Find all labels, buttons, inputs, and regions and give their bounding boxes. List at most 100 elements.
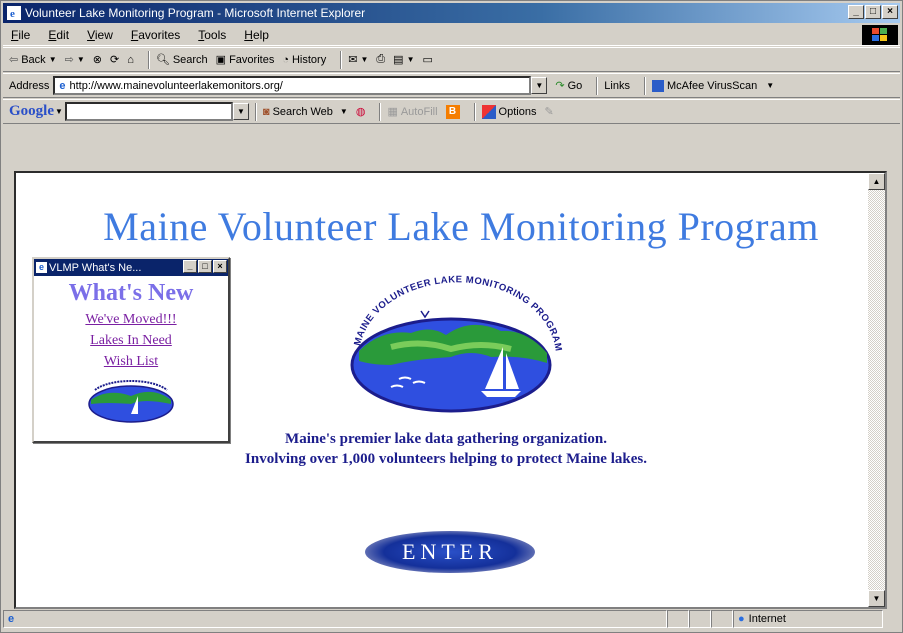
maximize-button[interactable]: □	[865, 5, 881, 19]
window-title: Volunteer Lake Monitoring Program - Micr…	[25, 6, 366, 20]
enter-button[interactable]: ENTER	[365, 531, 535, 573]
discuss-icon: ▭	[422, 54, 433, 66]
popup-title-bar[interactable]: e VLMP What's Ne... _ □ ×	[34, 259, 228, 276]
link-wish-list[interactable]: Wish List	[34, 354, 228, 370]
address-dropdown-button[interactable]: ▼	[531, 77, 548, 94]
blogger-button[interactable]: B	[445, 104, 460, 119]
search-button[interactable]: 🔍︎ Search	[155, 53, 208, 67]
status-page-icon: e	[8, 613, 15, 625]
back-label: Back	[21, 53, 46, 66]
autofill-button[interactable]: ▦ AutoFill	[387, 105, 438, 119]
scroll-down-icon: ▼	[872, 594, 881, 603]
popup-logo	[88, 380, 174, 423]
zone-label: Internet	[748, 613, 786, 625]
link-lakes-in-need[interactable]: Lakes In Need	[34, 333, 228, 349]
status-panel	[667, 610, 689, 628]
links-button[interactable]: Links	[604, 80, 630, 92]
address-label: Address	[9, 79, 50, 92]
pagerank-button[interactable]: ◍	[356, 105, 366, 118]
stop-icon: ⊗	[92, 54, 102, 66]
menu-tools[interactable]: Tools	[198, 28, 226, 42]
pagerank-icon: ◍	[355, 106, 366, 118]
google-search-dropdown[interactable]: ▼	[232, 103, 249, 120]
link-weve-moved[interactable]: We've Moved!!!	[34, 312, 228, 328]
menu-favorites[interactable]: Favorites	[131, 28, 180, 42]
address-bar: Address e http://www.mainevolunteerlakem…	[3, 73, 900, 98]
whats-new-popup: e VLMP What's Ne... _ □ × What's New We'…	[32, 257, 230, 443]
google-toolbar: Google ▼ ▼ ◙ Search Web ▼ ◍ ▦ AutoFill B…	[3, 99, 900, 124]
forward-button[interactable]: ⇨ ▼	[65, 53, 85, 66]
menu-help[interactable]: Help	[244, 28, 269, 42]
discuss-button[interactable]: ▭	[423, 53, 433, 66]
highlight-button[interactable]: ✎	[544, 105, 553, 118]
browser-window: e Volunteer Lake Monitoring Program - Mi…	[0, 0, 903, 633]
minimize-button[interactable]: _	[848, 5, 864, 19]
mcafee-button[interactable]: McAfee VirusScan ▼	[651, 79, 775, 92]
options-label: Options	[498, 105, 537, 118]
google-logo[interactable]: Google	[9, 103, 54, 120]
print-button[interactable]: ⎙	[376, 53, 385, 66]
status-bar: e ● Internet	[3, 608, 900, 630]
blogger-icon: B	[445, 104, 460, 119]
stop-button[interactable]: ⊗	[93, 53, 102, 66]
dropdown-arrow-icon: ▼	[535, 81, 544, 90]
edit-button[interactable]: ▤ ▼	[393, 53, 414, 66]
status-panel	[689, 610, 711, 628]
home-icon: ⌂	[127, 53, 134, 66]
print-icon: ⎙	[376, 53, 386, 65]
mcafee-label: McAfee VirusScan	[666, 79, 758, 92]
vertical-scrollbar[interactable]: ▲ ▼	[868, 173, 885, 607]
favorites-button[interactable]: ▣ Favorites	[216, 53, 275, 67]
options-button[interactable]: Options	[481, 104, 537, 119]
status-panel	[711, 610, 733, 628]
mail-button[interactable]: ✉ ▼	[348, 53, 368, 66]
mail-icon: ✉	[348, 54, 358, 66]
close-button[interactable]: ×	[882, 5, 898, 19]
history-icon: ◔	[282, 53, 289, 66]
toolbar-separator	[596, 76, 599, 95]
highlighter-icon: ✎	[544, 106, 554, 118]
go-button[interactable]: ↷ Go	[555, 79, 583, 93]
popup-maximize-button[interactable]: □	[198, 260, 212, 273]
menu-edit[interactable]: Edit	[48, 28, 69, 42]
security-zone-panel: ● Internet	[733, 610, 883, 628]
search-web-dropdown-icon: ▼	[339, 107, 348, 116]
whats-new-heading: What's New	[68, 280, 194, 306]
windows-logo-icon	[862, 25, 898, 45]
google-search-input[interactable]	[64, 102, 233, 121]
edit-dropdown-icon: ▼	[406, 55, 415, 64]
mcafee-dropdown-icon: ▼	[766, 81, 775, 90]
mcafee-icon	[651, 79, 664, 92]
back-arrow-icon: ⇦	[9, 54, 19, 66]
scroll-down-button[interactable]: ▼	[868, 590, 885, 607]
page-title: Maine Volunteer Lake Monitoring Program	[103, 204, 819, 249]
page-icon: e	[59, 79, 66, 92]
title-bar[interactable]: e Volunteer Lake Monitoring Program - Mi…	[3, 3, 900, 23]
standard-toolbar: ⇦ Back ▼ ⇨ ▼ ⊗ ⟳ ⌂ 🔍︎ Search ▣ Favorites…	[3, 47, 900, 72]
scroll-up-button[interactable]: ▲	[868, 173, 885, 190]
popup-minimize-button[interactable]: _	[183, 260, 197, 273]
go-label: Go	[567, 79, 583, 92]
popup-close-button[interactable]: ×	[213, 260, 227, 273]
refresh-button[interactable]: ⟳	[110, 53, 119, 66]
search-icon: 🔍︎	[155, 54, 170, 66]
forward-arrow-icon: ⇨	[64, 54, 74, 66]
menu-bar: File Edit View Favorites Tools Help	[3, 24, 900, 46]
menu-view[interactable]: View	[87, 28, 113, 42]
autofill-label: AutoFill	[400, 105, 438, 118]
toolbar-separator	[340, 50, 343, 69]
address-url: http://www.mainevolunteerlakemonitors.or…	[69, 79, 283, 92]
address-input[interactable]: e http://www.mainevolunteerlakemonitors.…	[53, 76, 532, 95]
search-web-button[interactable]: ◙ Search Web ▼	[263, 106, 348, 118]
back-dropdown-icon: ▼	[48, 55, 57, 64]
page-content: Maine Volunteer Lake Monitoring Program …	[14, 171, 887, 609]
program-logo[interactable]: MAINE VOLUNTEER LAKE MONITORING PROGRAM	[321, 269, 571, 417]
home-button[interactable]: ⌂	[127, 54, 134, 66]
history-label: History	[291, 53, 327, 66]
toolbar-separator	[254, 102, 257, 121]
google-dropdown-icon[interactable]: ▼	[55, 107, 63, 116]
back-button[interactable]: ⇦ Back ▼	[9, 53, 57, 67]
history-button[interactable]: ◔ History	[282, 54, 326, 66]
menu-file[interactable]: File	[11, 28, 30, 42]
edit-icon: ▤	[393, 54, 404, 66]
